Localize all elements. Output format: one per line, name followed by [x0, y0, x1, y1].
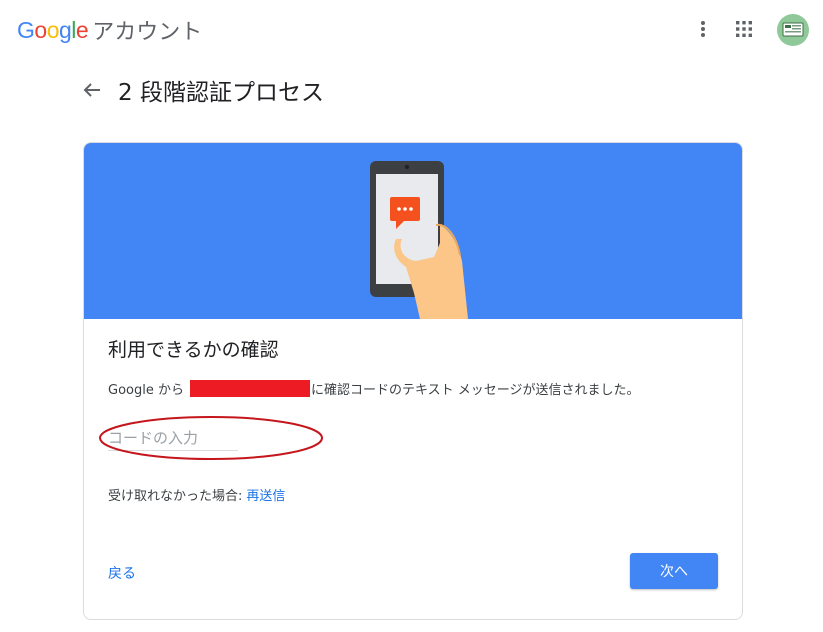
- back-arrow-icon[interactable]: [80, 78, 104, 102]
- product-name: アカウント: [92, 20, 203, 45]
- resend-row: 受け取れなかった場合: 再送信: [108, 485, 285, 504]
- phone-in-hand-illustration: [370, 161, 468, 319]
- account-avatar[interactable]: [777, 14, 809, 46]
- back-button[interactable]: 戻る: [108, 563, 136, 583]
- resend-link[interactable]: 再送信: [246, 489, 285, 504]
- google-account-logo[interactable]: Google アカウント: [17, 14, 202, 46]
- avatar-image-icon: [782, 22, 804, 37]
- description-prefix: Google から: [108, 383, 184, 398]
- top-bar: Google アカウント: [0, 0, 823, 60]
- verification-card: 利用できるかの確認 Google から に確認コードのテキスト メッセージが送信…: [83, 142, 743, 620]
- card-title: 利用できるかの確認: [108, 339, 279, 361]
- resend-prompt: 受け取れなかった場合:: [108, 489, 243, 504]
- google-logo-text: Google: [17, 16, 89, 43]
- verification-code-input[interactable]: [108, 425, 238, 451]
- page-header: 2 段階認証プロセス: [80, 72, 324, 108]
- next-button[interactable]: 次へ: [630, 553, 718, 589]
- redacted-phone-number: [189, 380, 310, 397]
- page-title: 2 段階認証プロセス: [118, 80, 324, 106]
- sms-sent-description: Google から に確認コードのテキスト メッセージが送信されました。: [108, 379, 639, 398]
- apps-grid-icon[interactable]: [731, 16, 757, 42]
- description-suffix: に確認コードのテキスト メッセージが送信されました。: [310, 383, 640, 398]
- more-vert-icon[interactable]: [690, 16, 716, 42]
- hero-illustration: [84, 143, 742, 319]
